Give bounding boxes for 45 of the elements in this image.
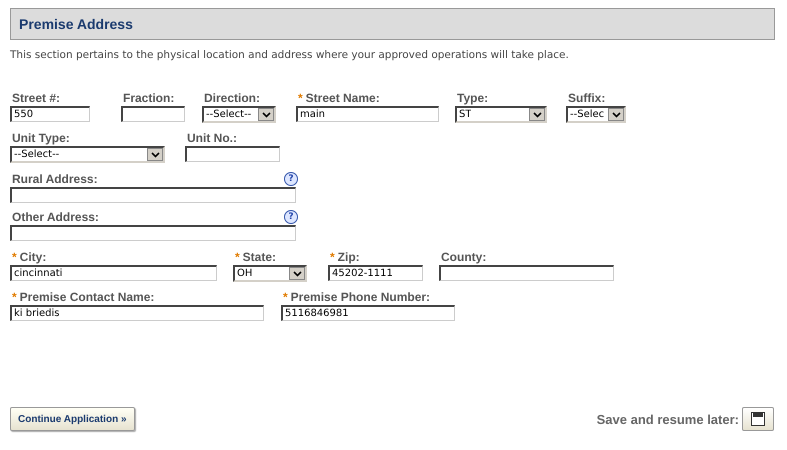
field-label: * Street Name: [298, 91, 380, 105]
field-label: * City: [12, 250, 46, 264]
dropdown[interactable]: ST [455, 106, 547, 123]
continue-button[interactable]: Continue Application » [10, 407, 135, 431]
field-label: * State: [235, 250, 276, 264]
field-label: Rural Address: [12, 172, 98, 186]
input-field[interactable] [121, 106, 185, 122]
help-icon[interactable]: ? [284, 210, 298, 224]
input-field[interactable]: 5116846981 [281, 305, 455, 321]
save-icon [751, 412, 765, 426]
field-label: * Premise Contact Name: [12, 290, 154, 304]
input-field[interactable] [10, 225, 296, 241]
field-label: Direction: [204, 91, 260, 105]
section-title: Premise Address [19, 16, 133, 32]
chevron-down-icon [262, 112, 270, 118]
field-label: Suffix: [568, 91, 606, 105]
input-field[interactable]: cincinnati [10, 265, 217, 281]
chevron-down-icon [612, 112, 620, 118]
input-field[interactable]: 45202-1111 [328, 265, 423, 281]
chevron-down-icon [292, 270, 302, 276]
field-label: * Premise Phone Number: [283, 290, 430, 304]
save-button[interactable] [742, 407, 774, 431]
dropdown[interactable]: --Selec [566, 106, 626, 123]
field-label: Unit No.: [187, 131, 237, 145]
input-field[interactable]: 550 [10, 106, 90, 122]
input-field[interactable] [439, 265, 614, 281]
dropdown[interactable]: OH [233, 265, 307, 282]
field-label: County: [441, 250, 486, 264]
input-field[interactable]: ki briedis [10, 305, 264, 321]
input-field[interactable]: main [296, 106, 439, 122]
field-label: Street #: [12, 91, 60, 105]
chevron-down-icon [532, 112, 542, 118]
save-label: Save and resume later: [596, 412, 739, 426]
chevron-down-icon [150, 152, 160, 158]
field-label: Other Address: [12, 210, 99, 224]
help-icon[interactable]: ? [284, 172, 298, 186]
intro-text: This section pertains to the physical location and address where your approved operations will take place. [10, 49, 570, 61]
field-label: * Zip: [330, 250, 360, 264]
input-field[interactable] [10, 187, 296, 203]
field-label: Type: [457, 91, 488, 105]
dropdown[interactable]: --Select-- [202, 106, 276, 123]
dropdown[interactable]: --Select-- [10, 146, 165, 163]
field-label: Unit Type: [12, 131, 70, 145]
input-field[interactable] [185, 146, 280, 162]
field-label: Fraction: [123, 91, 174, 105]
